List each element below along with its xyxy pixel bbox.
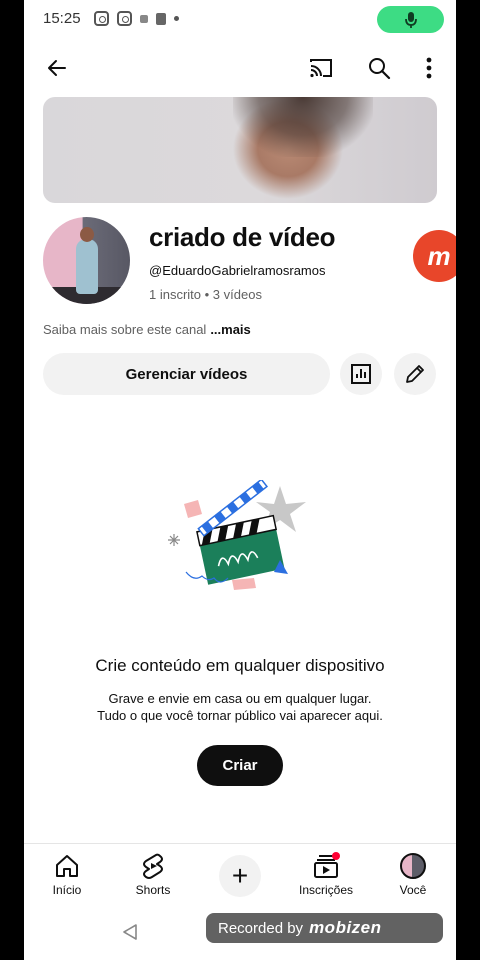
phone-screen: 15:25 criado de vídeo @EduardoGabrielram… (24, 0, 456, 960)
nav-subscriptions-label: Inscrições (298, 883, 354, 897)
manage-videos-button[interactable]: Gerenciar vídeos (43, 353, 330, 395)
edit-channel-button[interactable] (394, 353, 436, 395)
app-notification-icon (140, 14, 148, 23)
cast-button[interactable] (305, 52, 337, 84)
nav-item-you[interactable]: Você (370, 852, 456, 897)
nav-you-icon-wrap (370, 852, 456, 880)
arrow-left-icon (48, 60, 66, 76)
mobizen-logo: mobizen (309, 918, 382, 937)
cast-icon (310, 59, 332, 78)
profile-avatar (400, 853, 426, 879)
channel-avatar[interactable] (43, 217, 130, 304)
channel-handle: @EduardoGabrielramosramos (149, 263, 326, 278)
recorded-by-watermark: Recorded by mobizen (206, 913, 443, 943)
channel-stats: 1 inscrito • 3 vídeos (149, 287, 262, 302)
top-app-bar (24, 44, 456, 90)
status-bar: 15:25 (24, 0, 456, 38)
about-more-link[interactable]: ...mais (210, 322, 250, 337)
create-plus-button[interactable]: + (219, 855, 261, 897)
back-button[interactable] (41, 52, 73, 84)
nav-item-subscriptions[interactable]: Inscrições (283, 852, 369, 897)
empty-state-title: Crie conteúdo em qualquer dispositivo (95, 656, 385, 675)
channel-banner[interactable] (43, 97, 437, 203)
system-back-icon[interactable] (122, 923, 138, 941)
status-time: 15:25 (43, 10, 81, 27)
nav-shorts-icon-wrap (110, 852, 196, 880)
more-vertical-icon (426, 57, 432, 79)
microphone-icon (404, 11, 417, 28)
recorded-by-text: Recorded by (218, 919, 304, 937)
about-text: Saiba mais sobre este canal (43, 322, 207, 337)
bottom-navigation: Início Shorts + Inscrições Você (24, 843, 456, 905)
instagram-icon (94, 11, 109, 26)
instagram-icon (117, 11, 132, 26)
empty-state-line-2: Tudo o que você tornar público vai apare… (97, 708, 383, 723)
mobizen-floating-badge[interactable]: m (413, 230, 456, 282)
pencil-icon (406, 365, 424, 383)
banner-image (233, 97, 373, 157)
avatar-photo-head (80, 227, 94, 242)
nav-home-icon-wrap (24, 852, 110, 880)
notification-dot (332, 852, 340, 860)
nav-you-label: Você (399, 883, 427, 897)
sd-card-icon (156, 12, 166, 25)
nav-subscriptions-icon-wrap (283, 852, 369, 880)
empty-state-description: Grave e envie em casa ou em qualquer lug… (24, 690, 456, 724)
mic-indicator[interactable] (377, 6, 444, 33)
nav-item-shorts[interactable]: Shorts (110, 852, 196, 897)
search-icon (369, 58, 391, 80)
channel-about-link[interactable]: Saiba mais sobre este canal ...mais (43, 322, 251, 337)
search-button[interactable] (363, 52, 395, 84)
analytics-button[interactable] (340, 353, 382, 395)
more-options-button[interactable] (413, 52, 445, 84)
empty-state-line-1: Grave e envie em casa ou em qualquer lug… (108, 691, 372, 706)
shorts-icon (143, 853, 163, 879)
more-notifications-dot (174, 16, 179, 21)
avatar-photo-figure (76, 239, 98, 294)
nav-shorts-label: Shorts (135, 883, 171, 897)
analytics-icon (351, 364, 371, 384)
system-navigation-bar: Recorded by mobizen (24, 905, 456, 960)
clapperboard-illustration (168, 480, 306, 590)
notification-icons (94, 11, 179, 26)
home-icon (56, 855, 78, 877)
create-button[interactable]: Criar (197, 745, 283, 786)
channel-name: criado de vídeo (149, 222, 336, 252)
nav-item-home[interactable]: Início (24, 852, 110, 897)
nav-home-label: Início (52, 883, 82, 897)
